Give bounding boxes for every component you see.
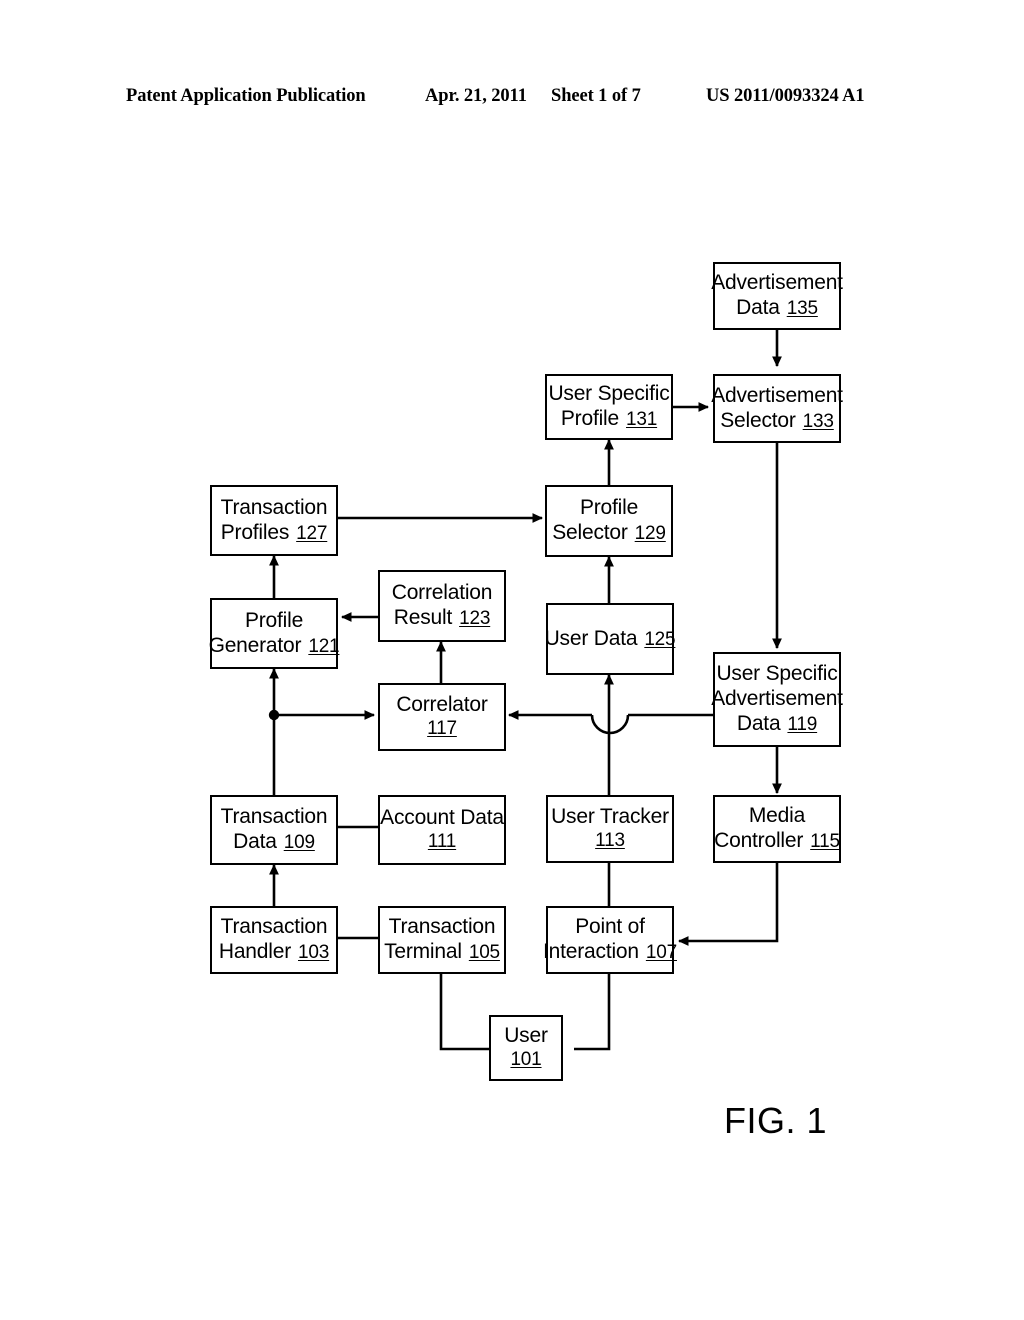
node-line-2: Profiles 127 — [220, 520, 328, 544]
node-ref: 105 — [468, 942, 500, 963]
node-line-2: Interaction 107 — [543, 940, 677, 963]
node-user-specific-profile-131[interactable]: User Specific Profile 131 — [545, 374, 673, 440]
connector-lines — [268, 330, 782, 1051]
node-line-1: User Tracker — [551, 805, 669, 829]
node-line-1: Correlation — [391, 581, 493, 605]
node-ref: 103 — [298, 942, 330, 963]
node-advertisement-selector-133[interactable]: Advertisement Selector 133 — [711, 374, 843, 443]
node-line-1: Profile — [579, 496, 639, 520]
node-line-1: Advertisement — [711, 271, 843, 295]
node-correlation-result-123[interactable]: Correlation Result 123 — [378, 570, 506, 642]
node-correlator-117[interactable]: Correlator 117 — [378, 683, 506, 751]
node-point-of-interaction-107[interactable]: Point of Interaction 107 — [543, 906, 677, 974]
node-ref: 133 — [802, 410, 834, 432]
node-ref: 119 — [787, 713, 818, 735]
node-user-101[interactable]: User 101 — [489, 1015, 563, 1081]
node-line-2: Generator 121 — [208, 633, 340, 657]
node-line-2: Result 123 — [393, 606, 491, 629]
node-media-controller-115[interactable]: Media Controller 115 — [713, 795, 841, 863]
node-line-1: Transaction — [388, 915, 496, 939]
node-user-tracker-113[interactable]: User Tracker 113 — [546, 795, 674, 863]
node-ref: 107 — [645, 942, 677, 963]
node-line-1: Advertisement — [711, 383, 843, 407]
node-line-1: User — [504, 1024, 548, 1048]
node-line-1: Profile — [244, 608, 304, 632]
node-line-1: User Data 125 — [544, 626, 676, 650]
node-line-1: Transaction — [220, 915, 328, 939]
node-line-3: Data 119 — [736, 711, 818, 735]
node-advertisement-data-135[interactable]: Advertisement Data 135 — [711, 262, 843, 330]
node-line-2: Controller 115 — [714, 829, 840, 852]
node-line-2: Data 109 — [233, 830, 315, 853]
node-line-2: Advertisement — [711, 687, 843, 711]
node-line-1: Point of — [575, 915, 645, 939]
node-ref: 117 — [427, 718, 457, 740]
node-ref: 129 — [634, 523, 666, 544]
node-ref: 109 — [283, 832, 315, 853]
node-transaction-data-109[interactable]: Transaction Data 109 — [210, 795, 338, 865]
node-ref: 111 — [427, 831, 457, 853]
node-line-2: Selector 133 — [720, 408, 834, 432]
node-ref: 115 — [810, 831, 840, 852]
node-line-1: Media — [748, 804, 806, 828]
node-user-specific-advertisement-data-119[interactable]: User Specific Advertisement Data 119 — [711, 652, 843, 747]
node-ref: 131 — [626, 409, 658, 430]
node-line-1: Transaction — [220, 495, 328, 519]
node-transaction-handler-103[interactable]: Transaction Handler 103 — [210, 906, 338, 974]
node-line-2: Terminal 105 — [384, 940, 500, 963]
node-profile-selector-129[interactable]: Profile Selector 129 — [545, 485, 673, 557]
node-transaction-profiles-127[interactable]: Transaction Profiles 127 — [210, 485, 338, 556]
node-line-1: Transaction — [220, 805, 328, 829]
node-transaction-terminal-105[interactable]: Transaction Terminal 105 — [378, 906, 506, 974]
node-line-1: Account Data — [380, 806, 504, 830]
figure-1-block-diagram: Advertisement Data 135 Advertisement Sele… — [0, 0, 1024, 1320]
node-ref: 123 — [459, 608, 491, 629]
node-ref: 101 — [510, 1049, 542, 1071]
node-ref: 135 — [786, 298, 818, 319]
node-line-1: User Specific — [548, 382, 670, 406]
node-line-2: Handler 103 — [218, 940, 330, 963]
node-ref: 127 — [296, 522, 328, 544]
node-account-data-111[interactable]: Account Data 111 — [378, 795, 506, 865]
node-line-1: User Specific — [716, 662, 838, 686]
node-line-1: Correlator — [396, 693, 488, 717]
node-ref: 113 — [595, 830, 625, 852]
node-line-2: Profile 131 — [560, 407, 658, 430]
node-user-data-125[interactable]: User Data 125 — [544, 603, 676, 675]
figure-caption: FIG. 1 — [724, 1100, 828, 1141]
node-profile-generator-121[interactable]: Profile Generator 121 — [208, 598, 340, 669]
node-ref: 125 — [644, 628, 676, 650]
node-line-2: Selector 129 — [552, 521, 666, 544]
node-line-2: Data 135 — [736, 296, 818, 319]
node-ref: 121 — [308, 635, 340, 657]
